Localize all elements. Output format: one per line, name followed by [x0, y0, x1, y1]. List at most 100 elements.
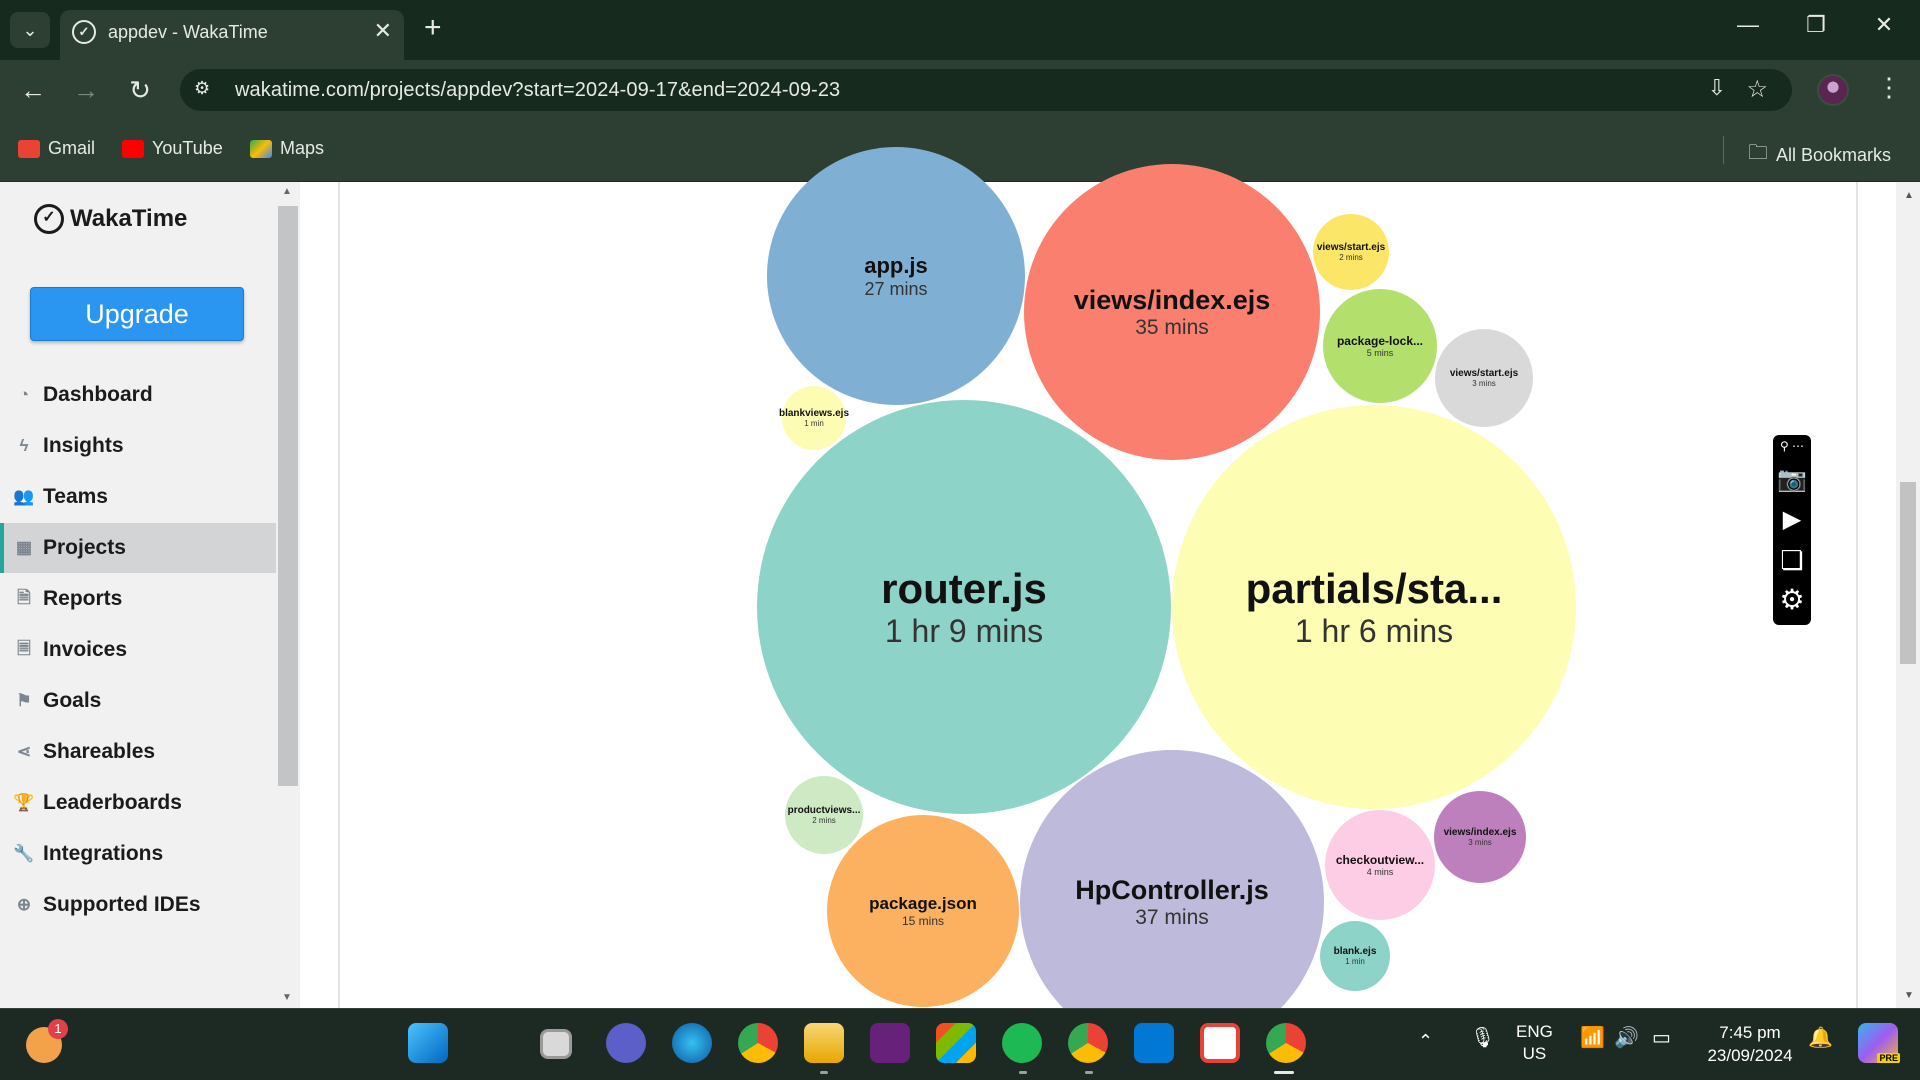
file-bubble[interactable]: blank.ejs 1 min: [1320, 921, 1390, 991]
battery-icon[interactable]: ▭: [1652, 1025, 1671, 1050]
tab-close-icon[interactable]: ✕: [374, 18, 392, 44]
bookmark-gmail[interactable]: Gmail: [18, 138, 95, 159]
scroll-up-arrow-icon[interactable]: ▲: [282, 186, 292, 197]
sidebar-item-integrations[interactable]: 🔧 Integrations: [0, 829, 276, 879]
reload-icon[interactable]: ↻: [122, 74, 158, 106]
page-scroll-down-icon[interactable]: ▼: [1904, 990, 1914, 1001]
file-bubble[interactable]: views/start.ejs 3 mins: [1435, 329, 1533, 427]
vscode-icon[interactable]: [1134, 1023, 1174, 1063]
spotify-icon[interactable]: [1002, 1023, 1042, 1063]
wakatime-logo-icon: ✓: [34, 204, 64, 234]
sidebar-item-dashboard[interactable]: ◔ Dashboard: [0, 370, 276, 420]
gmail-icon[interactable]: [1200, 1023, 1240, 1063]
file-bubble[interactable]: app.js 27 mins: [767, 147, 1025, 405]
sidebar-item-goals[interactable]: ⚑ Goals: [0, 676, 276, 726]
bookmark-star-icon[interactable]: ☆: [1746, 75, 1768, 104]
wakatime-logo[interactable]: ✓ WakaTime: [34, 204, 187, 234]
file-bubble[interactable]: views/start.ejs 2 mins: [1313, 214, 1389, 290]
file-bubble[interactable]: partials/sta... 1 hr 6 mins: [1172, 405, 1576, 809]
bookmark-label: Maps: [280, 138, 325, 158]
file-bubble[interactable]: checkoutview... 4 mins: [1325, 810, 1435, 920]
settings-icon[interactable]: ⚙: [1773, 583, 1811, 616]
site-info-icon[interactable]: ⚙: [194, 78, 210, 99]
files-bubble-chart: app.js 27 mins views/index.ejs 35 mins views…: [338, 147, 1858, 1054]
address-bar[interactable]: ⚙ wakatime.com/projects/appdev?start=202…: [180, 69, 1792, 111]
chrome-profile-icon[interactable]: [1068, 1023, 1108, 1063]
running-app-indicator: [820, 1071, 828, 1074]
visual-studio-icon[interactable]: [870, 1023, 910, 1063]
file-bubble[interactable]: package.json 15 mins: [827, 815, 1019, 1007]
sidebar-item-label: Reports: [43, 587, 123, 610]
file-explorer-icon[interactable]: [804, 1023, 844, 1063]
page-scroll-thumb[interactable]: [1900, 482, 1916, 664]
browser-tab[interactable]: ✓ appdev - WakaTime ✕: [60, 10, 404, 60]
sidebar-scroll-thumb[interactable]: [278, 206, 298, 786]
bookmark-youtube[interactable]: YouTube: [122, 138, 223, 159]
chrome-active-icon[interactable]: [1266, 1023, 1306, 1063]
sidebar-item-insights[interactable]: ϟ Insights: [0, 421, 276, 471]
tab-search-chevron-icon[interactable]: ⌄: [10, 12, 50, 48]
language-code: ENG: [1516, 1022, 1553, 1041]
sidebar-scrollbar[interactable]: ▲ ▼: [276, 182, 300, 1008]
page-scroll-up-icon[interactable]: ▲: [1904, 190, 1914, 201]
window-close-icon[interactable]: ✕: [1864, 12, 1904, 38]
forward-arrow-icon[interactable]: →: [68, 74, 104, 106]
file-name: blankviews.ejs: [778, 408, 850, 419]
sidebar-item-reports[interactable]: 🗎 Reports: [0, 574, 276, 624]
copilot-icon[interactable]: PRE: [1858, 1023, 1900, 1063]
wifi-icon[interactable]: 📶: [1580, 1025, 1605, 1050]
back-arrow-icon[interactable]: ←: [15, 74, 51, 106]
sidebar-item-projects[interactable]: ▦ Projects: [0, 523, 276, 573]
sidebar-item-label: Dashboard: [43, 383, 153, 406]
browser-menu-icon[interactable]: ⋮: [1876, 72, 1902, 103]
file-bubble[interactable]: router.js 1 hr 9 mins: [757, 400, 1171, 814]
store-icon[interactable]: [936, 1023, 976, 1063]
page-scrollbar[interactable]: ▲ ▼: [1896, 182, 1920, 1008]
edge-icon[interactable]: [672, 1023, 712, 1063]
url-text[interactable]: wakatime.com/projects/appdev?start=2024-…: [235, 79, 840, 102]
maps-icon: [250, 139, 272, 158]
file-bubble[interactable]: views/index.ejs 3 mins: [1434, 791, 1526, 883]
file-duration: 15 mins: [901, 914, 945, 928]
microphone-icon[interactable]: 🎙: [1470, 1025, 1495, 1050]
profile-avatar[interactable]: [1817, 74, 1849, 106]
video-icon[interactable]: ▶: [1773, 505, 1811, 534]
sidebar-item-teams[interactable]: 👥 Teams: [0, 472, 276, 522]
volume-icon[interactable]: 🔊: [1614, 1025, 1639, 1050]
sidebar-item-leaderboards[interactable]: 🏆 Leaderboards: [0, 778, 276, 828]
tray-chevron-icon[interactable]: ⌃: [1418, 1031, 1433, 1052]
pin-icon[interactable]: ⚲ ⋯: [1773, 439, 1811, 453]
file-bubble[interactable]: views/index.ejs 35 mins: [1024, 164, 1320, 460]
sidebar-item-supported-ides[interactable]: ⊕ Supported IDEs: [0, 880, 276, 930]
copilot-pre-badge: PRE: [1877, 1053, 1900, 1063]
file-bubble[interactable]: blankviews.ejs 1 min: [778, 386, 850, 450]
bookmark-maps[interactable]: Maps: [250, 138, 324, 159]
window-icon[interactable]: ❏: [1773, 545, 1811, 576]
meet-icon[interactable]: [606, 1023, 646, 1063]
restore-icon[interactable]: ❐: [1796, 12, 1836, 38]
region-code: US: [1522, 1044, 1547, 1063]
task-view-icon[interactable]: [540, 1029, 572, 1059]
sidebar-item-invoices[interactable]: 🗏 Invoices: [0, 625, 276, 675]
sidebar-item-shareables[interactable]: ⋖ Shareables: [0, 727, 276, 777]
file-bubble[interactable]: productviews... 2 mins: [785, 776, 863, 854]
file-name: app.js: [864, 252, 928, 278]
file-bubble[interactable]: package-lock... 5 mins: [1323, 289, 1437, 403]
minimize-icon[interactable]: —: [1728, 12, 1768, 38]
clock-date: 23/09/2024: [1707, 1046, 1793, 1065]
upgrade-button[interactable]: Upgrade: [30, 287, 244, 341]
install-app-icon[interactable]: ⇩: [1708, 75, 1726, 101]
dashboard-icon: ◔: [18, 385, 30, 404]
camera-icon[interactable]: 📷: [1773, 465, 1811, 494]
chrome-icon[interactable]: [738, 1023, 778, 1063]
file-duration: 3 mins: [1468, 838, 1492, 847]
scroll-down-arrow-icon[interactable]: ▼: [282, 992, 292, 1003]
language-indicator[interactable]: ENG US: [1516, 1021, 1553, 1065]
start-icon[interactable]: [408, 1023, 448, 1063]
search-icon[interactable]: [474, 1023, 514, 1063]
file-duration: 35 mins: [1135, 315, 1209, 339]
new-tab-icon[interactable]: +: [424, 10, 442, 46]
notification-bell-icon[interactable]: 🔔: [1808, 1025, 1833, 1050]
all-bookmarks-button[interactable]: 🗀 All Bookmarks: [1748, 138, 1891, 172]
clock[interactable]: 7:45 pm 23/09/2024: [1700, 1021, 1800, 1067]
